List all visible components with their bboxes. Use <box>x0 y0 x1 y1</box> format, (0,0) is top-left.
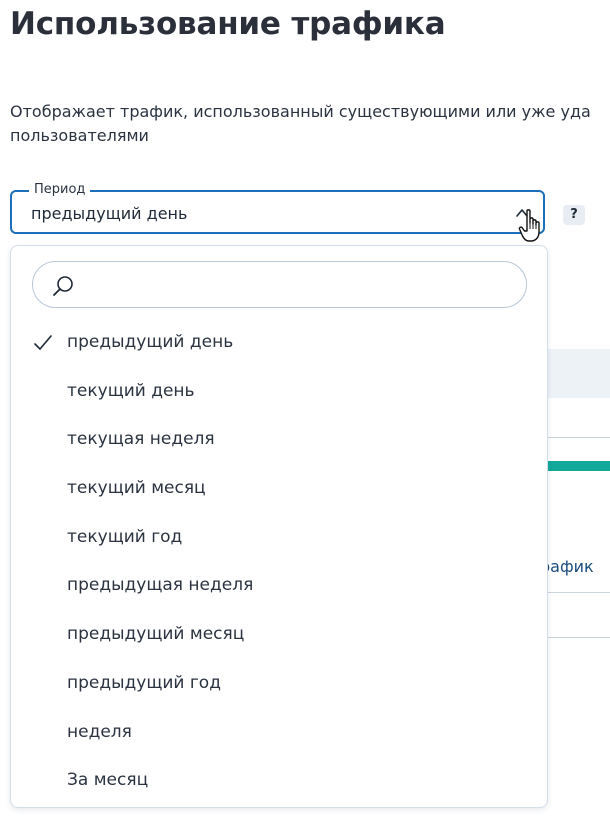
period-option[interactable]: предыдущий год <box>11 660 547 709</box>
period-option[interactable]: текущая неделя <box>11 416 547 465</box>
background-table-header <box>540 349 610 398</box>
description-line-2: пользователями <box>10 126 149 145</box>
background-divider <box>540 437 610 438</box>
search-input[interactable] <box>85 270 509 300</box>
period-option[interactable]: За месяц <box>11 757 547 806</box>
page-description: Отображает трафик, использованный сущест… <box>10 100 610 148</box>
period-option-label: текущий месяц <box>67 478 206 499</box>
period-option-label: предыдущий день <box>67 332 234 352</box>
search-box[interactable] <box>32 261 527 308</box>
period-option[interactable]: текущий месяц <box>11 465 547 514</box>
background-divider <box>540 592 610 593</box>
period-option-label: текущая неделя <box>67 429 215 450</box>
background-traffic-label: рафик <box>540 557 594 576</box>
period-option-label: предыдущий год <box>67 672 221 693</box>
period-option-label: предыдущая неделя <box>67 575 254 596</box>
period-option-list: предыдущий день текущий день текущая недел… <box>11 319 547 806</box>
period-select-value: предыдущий день <box>31 204 188 223</box>
period-option[interactable]: текущий год <box>11 514 547 563</box>
period-option-label: текущий год <box>67 526 183 547</box>
check-icon <box>34 335 52 350</box>
period-option-label: предыдущий месяц <box>67 624 245 645</box>
period-option[interactable]: неделя <box>11 709 547 758</box>
period-option[interactable]: текущий день <box>11 368 547 417</box>
period-option-label: текущий день <box>67 380 195 401</box>
page-title: Использование трафика <box>10 6 446 42</box>
period-select-label: Период <box>29 181 91 199</box>
description-line-1: Отображает трафик, использованный сущест… <box>10 102 591 121</box>
period-option-label: неделя <box>67 721 132 742</box>
hand-pointer-icon <box>518 209 540 242</box>
period-option[interactable]: предыдущий месяц <box>11 611 547 660</box>
period-option-label: За месяц <box>67 770 149 791</box>
period-dropdown: предыдущий день текущий день текущая недел… <box>10 245 548 808</box>
period-select[interactable]: Период предыдущий день <box>10 181 545 234</box>
help-button[interactable]: ? <box>563 205 585 225</box>
background-divider <box>540 637 610 638</box>
search-icon <box>53 276 73 296</box>
period-option[interactable]: предыдущий день <box>11 319 547 368</box>
period-option[interactable]: предыдущая неделя <box>11 562 547 611</box>
background-usage-bar <box>545 461 610 471</box>
